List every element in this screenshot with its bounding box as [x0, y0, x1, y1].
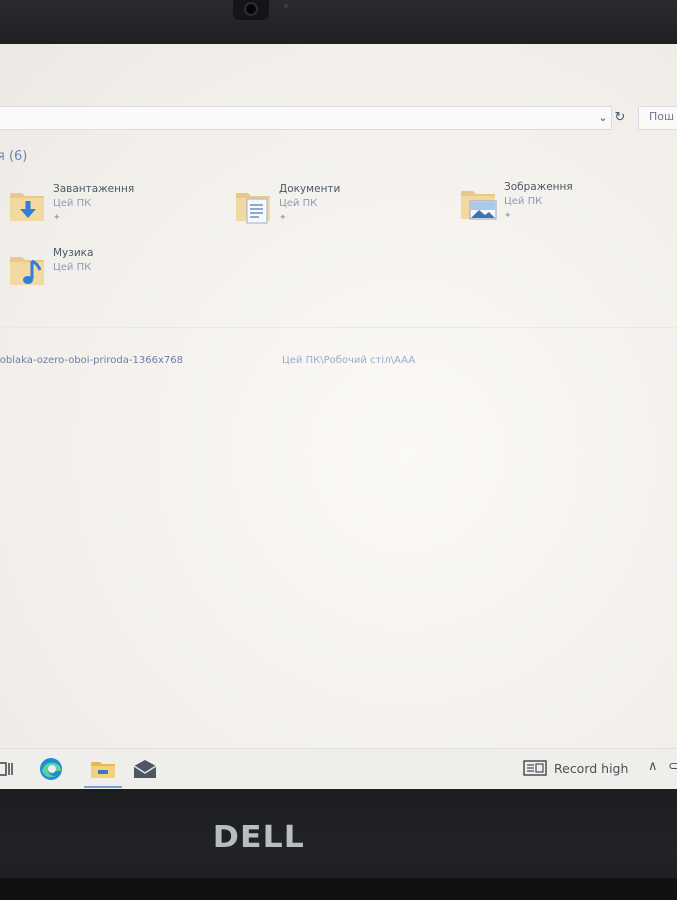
item-location: Цей ПК [53, 262, 92, 273]
music-folder-icon [10, 257, 44, 285]
address-history-chevron-icon[interactable]: ⌄ [596, 108, 610, 128]
section-divider [0, 327, 677, 328]
pin-icon: ✦ [504, 211, 512, 221]
screen: ⌄ ↻ Пош я (6) Завантаження Цей ПК ✦ Доку… [0, 44, 677, 789]
webcam-lens [246, 4, 256, 14]
laptop-bezel-top [0, 0, 677, 44]
item-name: Документи [279, 183, 341, 195]
task-view-icon[interactable] [0, 752, 22, 786]
pin-icon: ✦ [53, 213, 61, 223]
pictures-folder-icon [461, 191, 497, 220]
bezel-edge [0, 878, 677, 900]
active-app-indicator [84, 786, 122, 788]
news-widget-text[interactable]: Record high [554, 761, 628, 776]
documents-folder-icon [236, 193, 270, 224]
dell-logo: DELL [212, 820, 305, 855]
show-hidden-icons-chevron-icon[interactable]: ∧ [648, 759, 658, 774]
recent-file-path: Цей ПК\Робочий стіл\AAA [282, 355, 416, 366]
camera-led [284, 4, 288, 8]
item-name: Зображення [504, 181, 573, 193]
item-name: Музика [53, 247, 94, 259]
address-bar[interactable] [0, 106, 612, 130]
quick-access-item-documents[interactable]: Документи Цей ПК ✦ [234, 183, 434, 235]
downloads-folder-icon [10, 193, 44, 221]
tray-icon-partial[interactable]: ⊂ [668, 759, 677, 774]
news-widget-icon[interactable] [523, 759, 547, 777]
quick-access-group-header[interactable]: я (6) [0, 149, 27, 164]
item-name: Завантаження [53, 183, 135, 195]
search-input[interactable]: Пош [638, 106, 677, 130]
edge-icon[interactable] [36, 752, 66, 786]
refresh-icon[interactable]: ↻ [612, 108, 628, 128]
file-explorer-icon[interactable] [88, 752, 118, 786]
pin-icon: ✦ [279, 213, 287, 223]
item-location: Цей ПК [53, 198, 92, 209]
webcam [233, 0, 269, 20]
recent-file-name[interactable]: -oblaka-ozero-oboi-priroda-1366x768 [0, 355, 183, 366]
quick-access-item-music[interactable]: Музика Цей ПК [8, 247, 208, 299]
item-location: Цей ПК [504, 196, 543, 207]
quick-access-item-downloads[interactable]: Завантаження Цей ПК ✦ [8, 183, 208, 235]
quick-access-item-pictures[interactable]: Зображення Цей ПК ✦ [459, 181, 659, 233]
item-location: Цей ПК [279, 198, 318, 209]
mail-icon[interactable] [130, 752, 160, 786]
